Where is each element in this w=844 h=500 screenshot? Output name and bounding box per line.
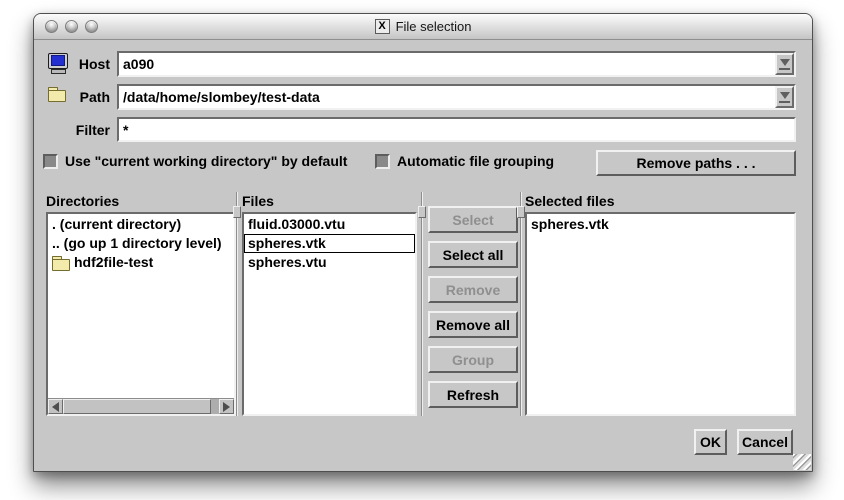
files-label: Files (242, 193, 274, 209)
host-dropdown-button[interactable] (775, 53, 794, 75)
remove-all-button[interactable]: Remove all (428, 311, 518, 338)
remove-button: Remove (428, 276, 518, 303)
splitter (518, 192, 524, 416)
triangle-right-icon (223, 402, 230, 412)
scrollbar-track[interactable] (63, 399, 219, 414)
splitter-handle[interactable] (418, 206, 426, 218)
splitter (419, 192, 425, 416)
horizontal-scrollbar (48, 398, 234, 414)
use-cwd-label: Use "current working directory" by defau… (65, 152, 347, 171)
scroll-left-button[interactable] (48, 399, 63, 414)
path-dropdown-button[interactable] (775, 86, 794, 108)
scroll-right-button[interactable] (219, 399, 234, 414)
splitter-handle[interactable] (517, 206, 525, 218)
path-label: Path (48, 87, 110, 107)
ok-button[interactable]: OK (694, 429, 727, 455)
triangle-left-icon (52, 402, 59, 412)
list-item[interactable]: spheres.vtu (244, 253, 415, 272)
remove-paths-button[interactable]: Remove paths . . . (596, 150, 796, 176)
path-input[interactable] (119, 86, 775, 108)
auto-grouping-checkbox[interactable] (375, 154, 390, 169)
list-item[interactable]: .. (go up 1 directory level) (48, 234, 234, 253)
host-input[interactable] (119, 53, 775, 75)
select-button: Select (428, 206, 518, 233)
list-item[interactable]: . (current directory) (48, 215, 234, 234)
chevron-down-icon (780, 59, 790, 66)
selected-files-label: Selected files (525, 193, 615, 209)
host-field (117, 51, 796, 77)
x11-icon: X (375, 19, 390, 34)
list-item-selected[interactable]: spheres.vtk (244, 234, 415, 253)
group-button: Group (428, 346, 518, 373)
filter-label: Filter (48, 120, 110, 140)
file-selection-dialog: X File selection Host Path Filter Use "c… (33, 13, 813, 472)
files-list: fluid.03000.vtu spheres.vtk spheres.vtu (242, 212, 417, 416)
list-item[interactable]: hdf2file-test (48, 253, 234, 272)
directories-list: . (current directory) .. (go up 1 direct… (46, 212, 236, 416)
directories-label: Directories (46, 193, 119, 209)
selected-files-list: spheres.vtk (525, 212, 796, 416)
filter-input[interactable] (119, 119, 794, 140)
splitter (234, 192, 240, 416)
use-cwd-checkbox[interactable] (43, 154, 58, 169)
auto-grouping-label: Automatic file grouping (397, 152, 554, 171)
splitter-handle[interactable] (233, 206, 241, 218)
title-bar[interactable]: X File selection (34, 14, 812, 40)
filter-field (117, 117, 796, 142)
refresh-button[interactable]: Refresh (428, 381, 518, 408)
list-item[interactable]: spheres.vtk (527, 215, 794, 234)
list-item[interactable]: fluid.03000.vtu (244, 215, 415, 234)
window-title-group: X File selection (34, 14, 812, 39)
scrollbar-thumb[interactable] (63, 399, 211, 414)
chevron-down-icon (780, 92, 790, 99)
resize-grip-icon[interactable] (793, 454, 811, 470)
select-all-button[interactable]: Select all (428, 241, 518, 268)
window-title: File selection (396, 19, 472, 34)
host-label: Host (48, 54, 110, 74)
cancel-button[interactable]: Cancel (737, 429, 793, 455)
path-field (117, 84, 796, 110)
folder-icon (52, 256, 69, 269)
